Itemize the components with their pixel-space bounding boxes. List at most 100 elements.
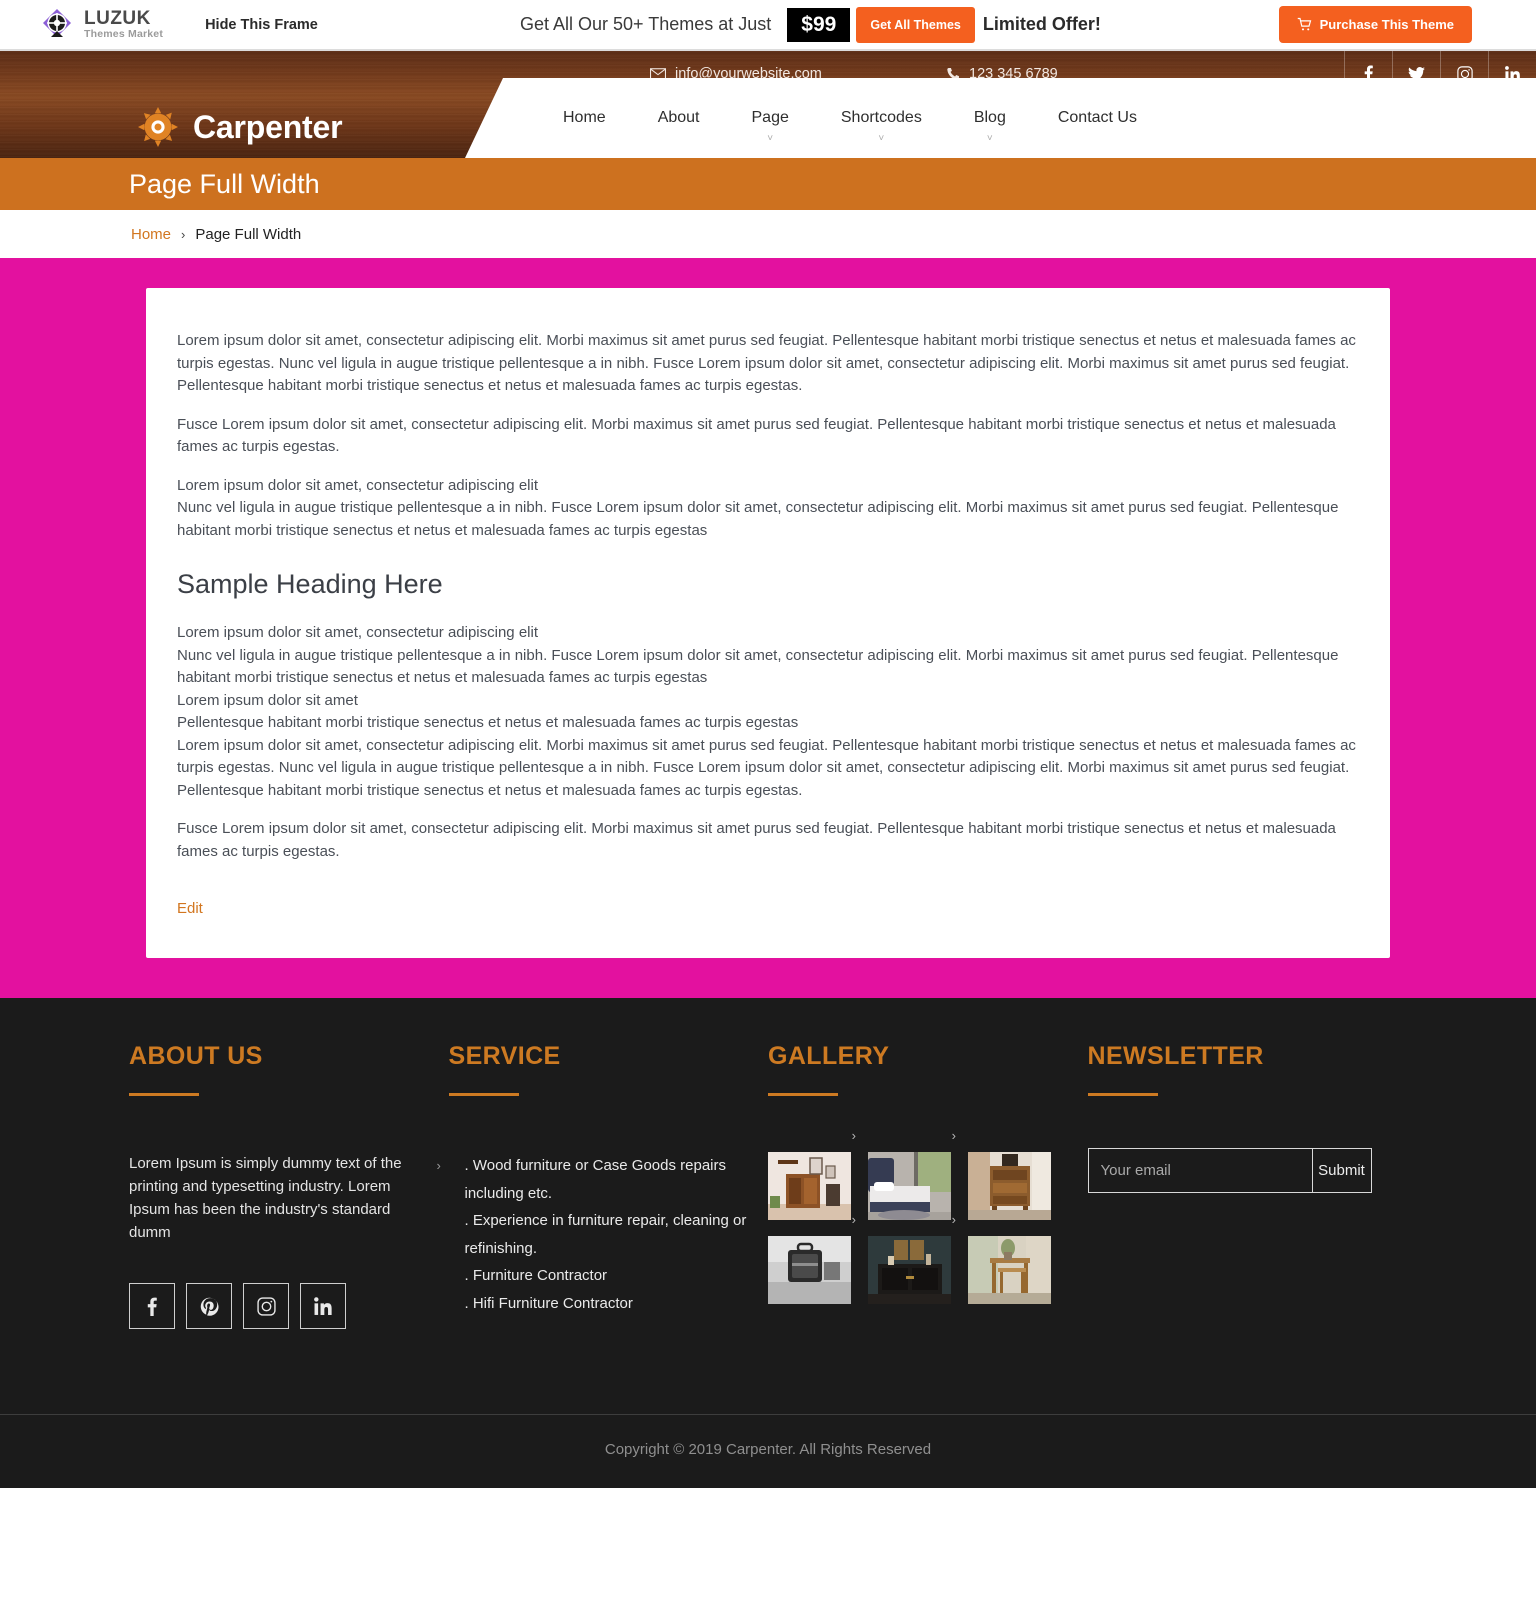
- content-paragraph-2: Fusce Lorem ipsum dolor sit amet, consec…: [177, 415, 1336, 456]
- pinterest-icon[interactable]: [186, 1283, 232, 1329]
- instagram-icon[interactable]: [243, 1283, 289, 1329]
- main-navigation: Home About Page ˅ Shortcodes ˅ Blog ˅ Co…: [465, 78, 1536, 158]
- content-paragraph-1: Lorem ipsum dolor sit amet, consectetur …: [177, 332, 1356, 394]
- footer-column-newsletter: NEWSLETTER Submit: [1087, 1042, 1408, 1329]
- content-heading: Sample Heading Here: [177, 569, 443, 599]
- nav-label-about: About: [657, 109, 700, 126]
- gallery-thumb-4[interactable]: ›: [768, 1212, 856, 1304]
- newsletter-email-input[interactable]: [1087, 1148, 1312, 1193]
- gallery-thumb-3[interactable]: [968, 1152, 1051, 1220]
- footer-column-service: SERVICE › . Wood furniture or Case Goods…: [437, 1042, 769, 1329]
- footer-gallery-heading: GALLERY: [768, 1042, 890, 1070]
- edit-link[interactable]: Edit: [177, 900, 203, 917]
- nav-item-contact-us[interactable]: Contact Us: [1032, 109, 1163, 127]
- saw-blade-sun-icon: [138, 107, 178, 147]
- footer-copyright: Copyright © 2019 Carpenter. All Rights R…: [0, 1414, 1536, 1488]
- footer-columns: ABOUT US Lorem Ipsum is simply dummy tex…: [0, 1042, 1536, 1329]
- nav-label-home: Home: [563, 109, 606, 126]
- nav-item-home[interactable]: Home: [537, 109, 632, 127]
- list-item[interactable]: › . Wood furniture or Case Goods repairs…: [437, 1152, 769, 1207]
- content-paragraph-3b: Nunc vel ligula in augue tristique pelle…: [177, 499, 1339, 539]
- content-card: Lorem ipsum dolor sit amet, consectetur …: [146, 288, 1390, 958]
- breadcrumb: Home › Page Full Width: [0, 210, 1536, 258]
- list-item[interactable]: . Furniture Contractor: [449, 1262, 769, 1290]
- newsletter-form: Submit: [1087, 1148, 1372, 1193]
- gallery-thumb-5[interactable]: ›: [868, 1212, 956, 1304]
- page-title: Page Full Width: [129, 168, 320, 199]
- linkedin-icon[interactable]: [300, 1283, 346, 1329]
- chevron-down-icon: ˅: [986, 133, 993, 144]
- footer-column-gallery: GALLERY › › › ›: [768, 1042, 1088, 1329]
- chevron-right-icon: ›: [851, 1128, 856, 1143]
- breadcrumb-separator-icon: ›: [181, 226, 186, 242]
- gallery-thumb-6[interactable]: [968, 1236, 1051, 1304]
- content-paragraph-5: Fusce Lorem ipsum dolor sit amet, consec…: [177, 820, 1336, 860]
- site-header: info@yourwebsite.com 123 345 6789 Carpen…: [0, 51, 1536, 158]
- chevron-down-icon: ˅: [878, 133, 885, 144]
- footer-about-text: Lorem Ipsum is simply dummy text of the …: [129, 1155, 402, 1241]
- footer-gallery-grid: › › › ›: [768, 1128, 1088, 1304]
- list-item[interactable]: . Hifi Furniture Contractor: [449, 1290, 769, 1318]
- content-paragraph-4e: Lorem ipsum dolor sit amet, consectetur …: [177, 736, 1356, 799]
- purchase-theme-label: Purchase This Theme: [1319, 17, 1454, 32]
- chevron-right-icon: ›: [436, 1158, 441, 1173]
- service-item-label: . Experience in furniture repair, cleani…: [464, 1212, 747, 1257]
- footer-heading-rule: [129, 1093, 199, 1096]
- promo-offer-group: Get All Our 50+ Themes at Just $99 Get A…: [520, 0, 1101, 49]
- site-brand[interactable]: Carpenter: [138, 107, 343, 147]
- cart-icon: [1297, 17, 1312, 32]
- footer-heading-rule: [1087, 1093, 1158, 1096]
- newsletter-submit-button[interactable]: Submit: [1311, 1148, 1372, 1193]
- footer-social-links: [129, 1283, 449, 1329]
- nav-label-contact-us: Contact Us: [1057, 109, 1137, 126]
- footer-about-heading: ABOUT US: [129, 1042, 263, 1070]
- content-paragraph-3a: Lorem ipsum dolor sit amet, consectetur …: [177, 476, 538, 494]
- nav-item-shortcodes[interactable]: Shortcodes ˅: [815, 109, 948, 144]
- page-title-band: Page Full Width: [0, 158, 1536, 210]
- nav-item-about[interactable]: About: [632, 109, 726, 127]
- promo-offer-text: Get All Our 50+ Themes at Just: [520, 14, 772, 34]
- wine-cabinet-thumb-image: [768, 1152, 851, 1220]
- luzuk-brand-name: LUZUK: [84, 8, 151, 30]
- nesting-tables-thumb-image: [968, 1236, 1051, 1304]
- bw-suitcase-thumb-image: [768, 1236, 851, 1304]
- hide-frame-button[interactable]: Hide This Frame: [205, 17, 318, 33]
- gallery-thumb-1[interactable]: ›: [768, 1128, 856, 1220]
- chevron-right-icon: ›: [851, 1212, 856, 1227]
- service-item-label: . Furniture Contractor: [464, 1267, 608, 1284]
- site-footer: ABOUT US Lorem Ipsum is simply dummy tex…: [0, 998, 1536, 1488]
- dark-sideboard-thumb-image: [868, 1236, 951, 1304]
- promo-frame-bar: LUZUK Themes Market Hide This Frame Get …: [0, 0, 1536, 51]
- footer-column-about: ABOUT US Lorem Ipsum is simply dummy tex…: [129, 1042, 449, 1329]
- footer-service-heading: SERVICE: [448, 1042, 561, 1070]
- luzuk-brand-tagline: Themes Market: [84, 28, 164, 41]
- chevron-down-icon: ˅: [767, 133, 774, 144]
- content-paragraph-4a: Lorem ipsum dolor sit amet, consectetur …: [177, 624, 538, 641]
- content-paragraph-4c: Lorem ipsum dolor sit amet: [177, 691, 358, 709]
- purchase-theme-button[interactable]: Purchase This Theme: [1278, 6, 1472, 43]
- gallery-thumb-2[interactable]: ›: [868, 1128, 956, 1220]
- luzuk-diamond-icon: [38, 6, 76, 44]
- list-item[interactable]: . Experience in furniture repair, cleani…: [449, 1207, 769, 1262]
- nav-item-blog[interactable]: Blog ˅: [948, 109, 1032, 144]
- footer-heading-rule: [768, 1093, 838, 1096]
- breadcrumb-home-link[interactable]: Home: [131, 226, 171, 243]
- nav-label-blog: Blog: [973, 109, 1006, 126]
- site-brand-title: Carpenter: [193, 108, 343, 145]
- footer-heading-rule: [448, 1093, 519, 1096]
- chevron-right-icon: ›: [951, 1128, 956, 1143]
- content-paragraph-4b: Nunc vel ligula in augue tristique pelle…: [177, 646, 1339, 687]
- nav-item-page[interactable]: Page ˅: [726, 109, 815, 144]
- header-main-row: Carpenter Home About Page ˅ Shortcodes ˅: [0, 78, 1536, 158]
- luzuk-logo[interactable]: LUZUK Themes Market: [38, 6, 163, 44]
- nav-label-page: Page: [751, 109, 789, 126]
- service-item-label: . Hifi Furniture Contractor: [464, 1294, 633, 1312]
- footer-service-list: › . Wood furniture or Case Goods repairs…: [437, 1152, 769, 1318]
- content-area: Lorem ipsum dolor sit amet, consectetur …: [0, 258, 1536, 998]
- content-paragraph-4d: Pellentesque habitant morbi tristique se…: [177, 714, 799, 731]
- wooden-dresser-thumb-image: [968, 1152, 1051, 1220]
- nav-list: Home About Page ˅ Shortcodes ˅ Blog ˅ Co…: [465, 78, 1536, 158]
- facebook-icon[interactable]: [129, 1283, 175, 1329]
- nav-label-shortcodes: Shortcodes: [840, 109, 922, 126]
- get-all-themes-button[interactable]: Get All Themes: [856, 6, 975, 43]
